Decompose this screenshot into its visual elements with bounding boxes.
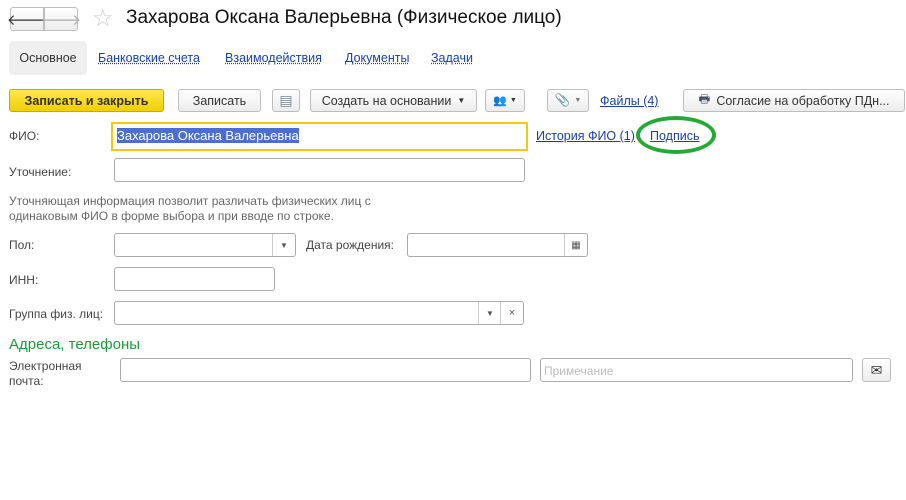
email-label: Электронная почта: [9, 359, 82, 388]
fio-value: Захарова Оксана Валерьевна [117, 128, 299, 143]
forward-button[interactable]: 🡒 [41, 7, 81, 31]
birth-date-input[interactable]: ▦ [407, 233, 588, 257]
note-placeholder: Примечание [544, 364, 614, 378]
back-button[interactable]: 🡐 [7, 7, 47, 31]
attachment-icon[interactable]: 📎 ▼ [547, 89, 589, 112]
chevron-down-icon[interactable]: ▼ [478, 302, 501, 324]
files-link[interactable]: Файлы (4) [600, 94, 658, 108]
chevron-down-icon: ▼ [457, 96, 466, 105]
clarify-hint: Уточняющая информация позволит различать… [9, 194, 371, 223]
save-button[interactable]: Записать [178, 89, 261, 112]
inn-label: ИНН: [9, 273, 39, 287]
inn-input[interactable] [114, 267, 275, 291]
page-title: Захарова Оксана Валерьевна (Физическое л… [126, 7, 562, 28]
favorite-star-icon[interactable]: ☆ [92, 4, 114, 33]
group-select[interactable]: ▼ × [114, 301, 524, 325]
gender-select[interactable]: ▼ [114, 233, 296, 257]
clarify-input[interactable] [114, 158, 525, 182]
tab-main[interactable]: Основное [9, 41, 87, 75]
report-icon[interactable]: ▤ [272, 89, 300, 112]
group-label: Группа физ. лиц: [9, 307, 104, 321]
tab-tasks[interactable]: Задачи [431, 41, 473, 75]
consent-print-button[interactable]: 🖶 Согласие на обработку ПДн... [683, 89, 905, 112]
printer-icon: 🖶 [698, 92, 711, 106]
clear-icon[interactable]: × [500, 302, 523, 324]
fio-history-link[interactable]: История ФИО (1) [536, 129, 636, 143]
tab-bank-accounts[interactable]: Банковские счета [98, 41, 200, 75]
birth-date-label: Дата рождения: [306, 238, 394, 252]
section-contacts-title: Адреса, телефоны [9, 336, 141, 353]
note-input[interactable]: Примечание [540, 358, 853, 382]
calendar-icon[interactable]: ▦ [564, 234, 587, 256]
save-and-close-button[interactable]: Записать и закрыть [9, 89, 164, 112]
tab-interactions[interactable]: Взаимодействия [225, 41, 322, 75]
tab-documents[interactable]: Документы [345, 41, 409, 75]
clarify-label: Уточнение: [9, 165, 72, 179]
fio-label: ФИО: [9, 129, 40, 143]
email-input[interactable] [120, 358, 531, 382]
send-email-button[interactable]: ✉ [862, 358, 891, 382]
fio-input[interactable]: Захарова Оксана Валерьевна [111, 122, 528, 151]
consent-label: Согласие на обработку ПДн... [716, 93, 890, 108]
annotation-circle [636, 116, 716, 154]
create-based-on-label: Создать на основании [321, 93, 452, 108]
create-based-on-button[interactable]: Создать на основании ▼ [310, 89, 477, 112]
users-add-icon[interactable]: 👥 ▼ [485, 89, 525, 112]
gender-label: Пол: [9, 238, 35, 252]
chevron-down-icon[interactable]: ▼ [272, 234, 295, 256]
